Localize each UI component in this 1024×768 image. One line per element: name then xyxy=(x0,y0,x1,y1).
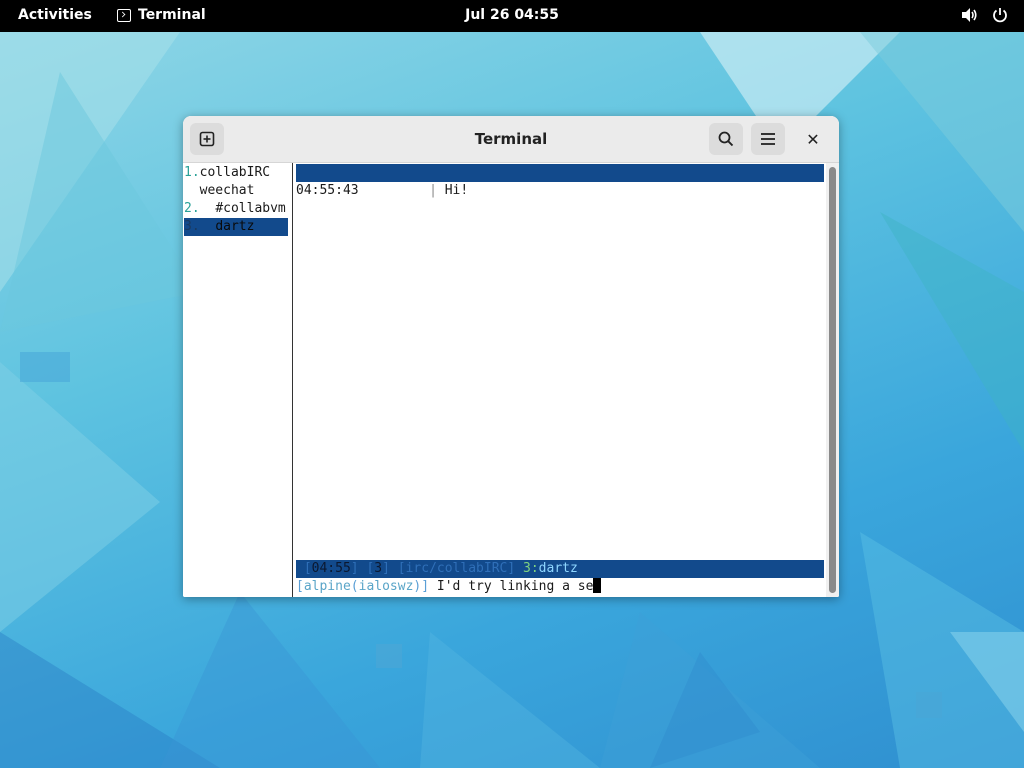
message-text: Hi! xyxy=(444,183,469,198)
status-bar: [04:55] [3] [irc/collabIRC] 3:dartz xyxy=(296,560,824,578)
search-button[interactable] xyxy=(709,123,743,155)
buffer-title-bar xyxy=(296,164,824,182)
message-separator: | xyxy=(429,183,437,198)
text-cursor xyxy=(593,578,602,593)
buffer-label: weechat xyxy=(199,183,255,198)
buffer-item-dartz[interactable]: 3. dartz xyxy=(184,218,288,236)
buffer-number: 3. xyxy=(184,219,200,234)
buffer-number: 1. xyxy=(184,165,200,180)
message-time: 04:55:43 xyxy=(296,183,359,198)
status-time: 04:55 xyxy=(311,561,351,576)
terminal-content[interactable]: 1.collabIRC weechat 2. #collabvm 3. dart… xyxy=(183,163,839,597)
close-button[interactable]: ✕ xyxy=(799,125,827,153)
menu-button[interactable] xyxy=(751,123,785,155)
buffer-item-collabirc[interactable]: 1.collabIRC xyxy=(184,164,270,182)
system-tray[interactable] xyxy=(961,7,1008,23)
buffer-number: 2. xyxy=(184,201,200,216)
hamburger-icon xyxy=(761,133,775,145)
buffer-label: #collabvm xyxy=(215,201,286,216)
chat-area: 04:55:43 | Hi! [04:55] [3] [irc/collabIR… xyxy=(296,163,824,597)
clock[interactable]: Jul 26 04:55 xyxy=(0,7,1024,23)
power-icon[interactable] xyxy=(992,7,1008,23)
search-icon xyxy=(718,131,734,147)
top-bar: Activities Terminal Jul 26 04:55 xyxy=(0,0,1024,32)
terminal-window: Terminal ✕ 1.collabIRC weechat 2. #colla… xyxy=(183,116,839,597)
buffer-list: 1.collabIRC weechat 2. #collabvm 3. dart… xyxy=(183,163,293,597)
status-buffer-name: dartz xyxy=(538,561,578,576)
scrollbar-thumb[interactable] xyxy=(829,167,836,593)
speaker-icon[interactable] xyxy=(961,7,978,23)
input-host: alpine xyxy=(303,579,351,594)
status-buffer-number: 3 xyxy=(374,561,383,576)
buffer-item-collabvm[interactable]: 2. #collabvm xyxy=(184,200,286,218)
buffer-label: dartz xyxy=(215,219,255,234)
window-headerbar[interactable]: Terminal ✕ xyxy=(183,116,839,163)
close-icon: ✕ xyxy=(806,129,820,149)
input-line[interactable]: [alpine(ialoswz)] I'd try linking a se xyxy=(296,578,602,596)
input-text[interactable]: I'd try linking a se xyxy=(437,579,594,594)
scrollbar[interactable] xyxy=(826,163,839,597)
buffer-label: collabIRC xyxy=(199,165,271,180)
buffer-item-weechat[interactable]: weechat xyxy=(184,182,255,200)
status-server-prefix: irc xyxy=(405,561,430,576)
status-server-name: collabIRC xyxy=(436,561,508,576)
chat-message: 04:55:43 | Hi! xyxy=(296,182,468,200)
status-buffer-index: 3 xyxy=(523,561,531,576)
input-nick: ialoswz xyxy=(358,579,414,594)
